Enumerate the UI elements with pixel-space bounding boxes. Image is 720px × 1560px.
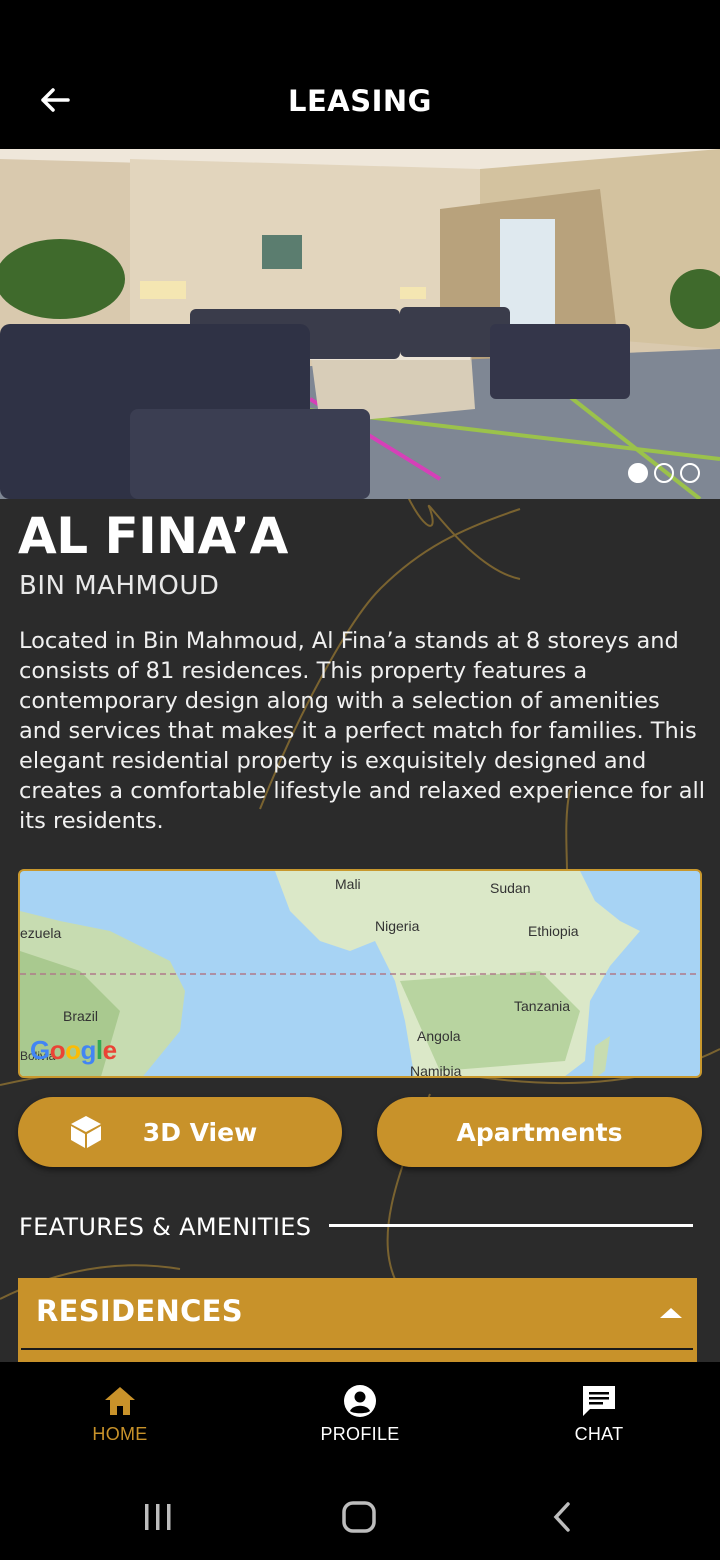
carousel-dot[interactable] bbox=[654, 463, 674, 483]
residences-accordion[interactable]: RESIDENCES bbox=[18, 1278, 697, 1362]
3d-view-button[interactable]: 3D View bbox=[18, 1097, 342, 1167]
features-heading: FEATURES & AMENITIES bbox=[19, 1213, 312, 1241]
recent-apps-icon[interactable] bbox=[145, 1504, 171, 1530]
system-back-icon[interactable] bbox=[553, 1502, 570, 1532]
nav-home-label: HOME bbox=[92, 1424, 148, 1444]
apartments-button[interactable]: Apartments bbox=[377, 1097, 702, 1167]
map-canvas bbox=[20, 871, 700, 1076]
carousel-indicator bbox=[628, 463, 700, 483]
carousel-dot[interactable] bbox=[680, 463, 700, 483]
bottom-navigation: HOME PROFILE CHAT bbox=[0, 1362, 720, 1474]
property-name: AL FINA’A bbox=[18, 507, 288, 565]
system-navigation-bar bbox=[0, 1474, 720, 1560]
map-label-ethiopia: Ethiopia bbox=[528, 923, 579, 939]
accordion-divider bbox=[21, 1348, 693, 1350]
nav-profile[interactable]: PROFILE bbox=[280, 1384, 440, 1445]
map-label-namibia: Namibia bbox=[410, 1063, 462, 1078]
cube-icon bbox=[71, 1116, 101, 1148]
features-section-header: FEATURES & AMENITIES bbox=[19, 1213, 693, 1241]
map-label-tanzania: Tanzania bbox=[514, 998, 571, 1014]
nav-chat-label: CHAT bbox=[574, 1424, 624, 1444]
map-label-brazil: Brazil bbox=[63, 1008, 99, 1024]
property-description: Located in Bin Mahmoud, Al Fina’a stands… bbox=[19, 628, 705, 834]
property-detail[interactable]: AL FINA’A BIN MAHMOUD Located in Bin Mah… bbox=[0, 149, 720, 1362]
page-title: LEASING bbox=[288, 84, 432, 118]
profile-icon bbox=[344, 1385, 376, 1417]
map-label-venezuela: ezuela bbox=[20, 925, 62, 941]
home-icon bbox=[105, 1387, 135, 1415]
section-divider bbox=[329, 1223, 693, 1227]
accordion-title: RESIDENCES bbox=[36, 1294, 243, 1328]
chat-icon bbox=[583, 1386, 615, 1416]
app-header: LEASING bbox=[0, 0, 720, 149]
location-map[interactable]: Mali Sudan ezuela Nigeria Ethiopia Brazi… bbox=[18, 869, 702, 1078]
home-button-icon[interactable] bbox=[342, 1501, 376, 1533]
apartments-label: Apartments bbox=[456, 1117, 623, 1147]
chevron-up-icon[interactable] bbox=[660, 1308, 682, 1318]
nav-chat[interactable]: CHAT bbox=[519, 1384, 679, 1445]
map-label-sudan: Sudan bbox=[490, 880, 531, 896]
property-location: BIN MAHMOUD bbox=[19, 571, 220, 601]
nav-home[interactable]: HOME bbox=[40, 1384, 200, 1445]
map-label-nigeria: Nigeria bbox=[375, 918, 420, 934]
3d-view-label: 3D View bbox=[142, 1117, 258, 1147]
google-logo: Google bbox=[30, 1035, 117, 1065]
map-label-angola: Angola bbox=[417, 1028, 461, 1044]
carousel-dot[interactable] bbox=[628, 463, 648, 483]
map-label-mali: Mali bbox=[335, 876, 361, 892]
nav-profile-label: PROFILE bbox=[320, 1424, 400, 1444]
property-photo-carousel[interactable] bbox=[0, 149, 720, 499]
living-room-photo bbox=[0, 149, 720, 499]
